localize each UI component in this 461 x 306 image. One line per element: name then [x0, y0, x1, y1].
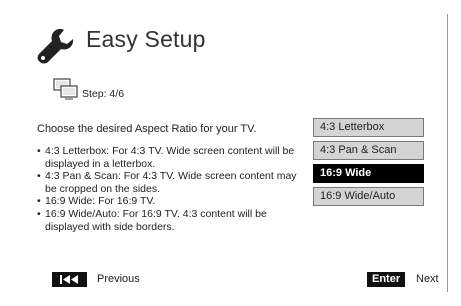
option-4-3-pan-scan[interactable]: 4:3 Pan & Scan [313, 141, 424, 160]
option-16-9-wide-auto[interactable]: 16:9 Wide/Auto [313, 187, 424, 206]
previous-label[interactable]: Previous [97, 273, 140, 285]
step-indicator: Step: 4/6 [82, 88, 125, 100]
easy-setup-screen: Easy Setup Step: 4/6 Choose the desired … [0, 0, 461, 306]
description-item: 16:9 Wide: For 16:9 TV. [37, 195, 309, 208]
enter-key-badge[interactable]: Enter [367, 272, 406, 287]
description-item: 4:3 Pan & Scan: For 4:3 TV. Wide screen … [37, 170, 309, 195]
description-item: 4:3 Letterbox: For 4:3 TV. Wide screen c… [37, 145, 309, 170]
option-16-9-wide[interactable]: 16:9 Wide [313, 164, 424, 183]
aspect-ratio-options: 4:3 Letterbox 4:3 Pan & Scan 16:9 Wide 1… [313, 118, 424, 210]
option-4-3-letterbox[interactable]: 4:3 Letterbox [313, 118, 424, 137]
description-item: 16:9 Wide/Auto: For 16:9 TV. 4:3 content… [37, 208, 309, 233]
prompt-text: Choose the desired Aspect Ratio for your… [37, 123, 257, 135]
next-label[interactable]: Next [416, 273, 439, 285]
wrench-icon [37, 28, 74, 64]
page-title: Easy Setup [86, 26, 206, 52]
divider-rule [447, 14, 448, 292]
description-list: 4:3 Letterbox: For 4:3 TV. Wide screen c… [37, 145, 309, 233]
tv-screens-icon [53, 78, 78, 100]
skip-back-icon[interactable] [52, 272, 87, 287]
